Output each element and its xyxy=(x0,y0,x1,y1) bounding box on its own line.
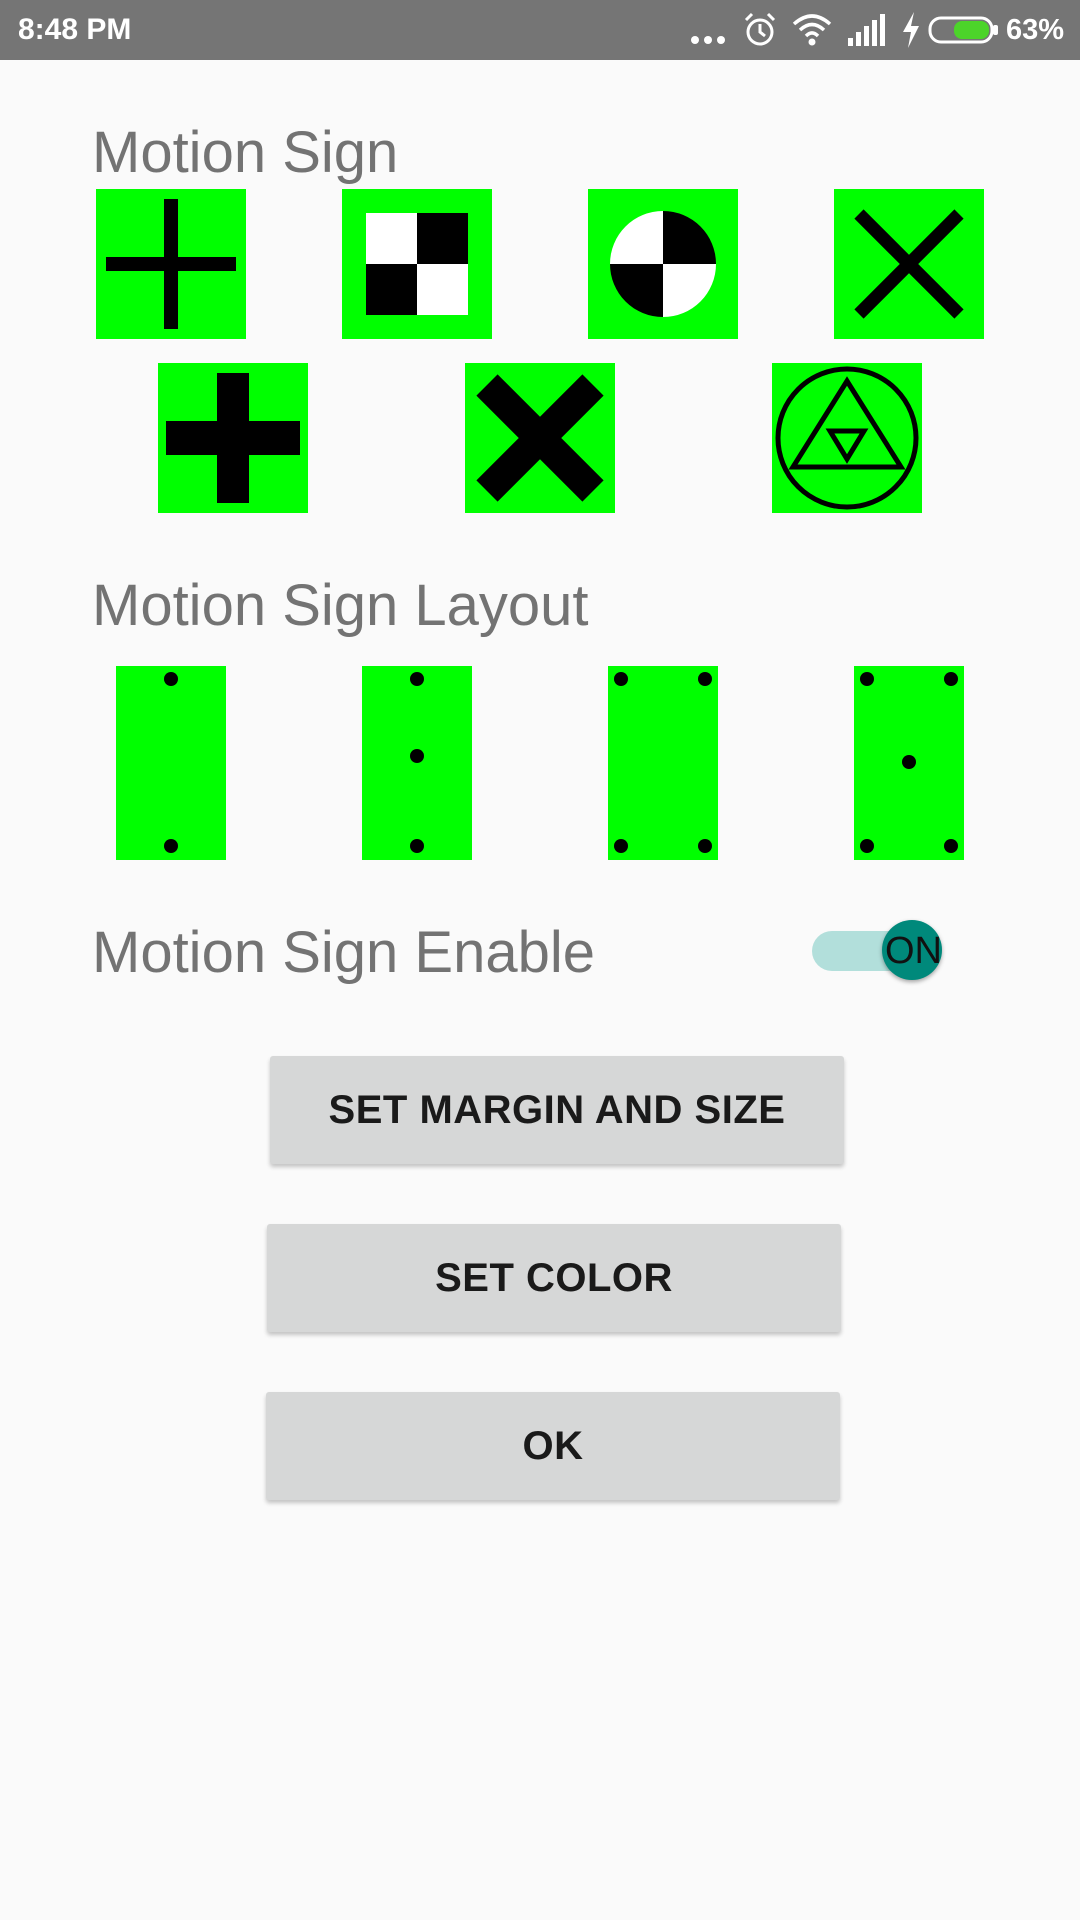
layout-top-bottom-icon xyxy=(164,672,178,853)
bold-x-icon xyxy=(476,374,604,502)
motion-sign-enable-switch[interactable]: ON xyxy=(810,918,946,984)
wifi-icon xyxy=(792,14,832,46)
battery-percent: 63% xyxy=(1005,14,1064,46)
sign-option-thin-cross[interactable] xyxy=(96,189,246,339)
sign-option-bold-x[interactable] xyxy=(465,363,615,513)
layout-option-top-bottom[interactable] xyxy=(116,666,226,860)
motion-sign-enable-label: Motion Sign Enable xyxy=(92,920,595,985)
status-bar: 8:48 PM 63% xyxy=(0,0,1080,60)
sign-option-thin-x[interactable] xyxy=(834,189,984,339)
motion-sign-title: Motion Sign xyxy=(92,120,399,185)
layout-option-four-corners[interactable] xyxy=(608,666,718,860)
bold-cross-icon xyxy=(166,373,300,503)
set-color-button[interactable]: SET COLOR xyxy=(267,1224,841,1332)
switch-state-label: ON xyxy=(885,930,942,972)
layout-option-four-corners-center[interactable] xyxy=(854,666,964,860)
quartered-circle-icon xyxy=(610,211,716,317)
triangle-in-circle-icon xyxy=(775,366,919,510)
layout-top-middle-bottom-icon xyxy=(410,672,424,853)
layout-four-corners-icon xyxy=(614,672,712,853)
sign-option-quartered-circle[interactable] xyxy=(588,189,738,339)
battery-icon xyxy=(928,16,998,44)
set-margin-and-size-button[interactable]: SET MARGIN AND SIZE xyxy=(270,1056,844,1164)
charging-icon xyxy=(903,12,919,48)
thin-x-icon xyxy=(854,209,964,319)
sign-option-checker[interactable] xyxy=(342,189,492,339)
ok-button[interactable]: OK xyxy=(266,1392,840,1500)
thin-cross-icon xyxy=(106,199,236,329)
sign-option-bold-cross[interactable] xyxy=(158,363,308,513)
more-dots-icon xyxy=(691,36,725,44)
layout-four-corners-center-icon xyxy=(860,672,958,853)
motion-sign-layout-title: Motion Sign Layout xyxy=(92,573,589,638)
alarm-icon xyxy=(744,12,776,46)
sign-option-triangle-in-circle[interactable] xyxy=(772,363,922,513)
signal-icon xyxy=(848,14,885,46)
layout-option-top-middle-bottom[interactable] xyxy=(362,666,472,860)
checker-icon xyxy=(366,213,468,315)
